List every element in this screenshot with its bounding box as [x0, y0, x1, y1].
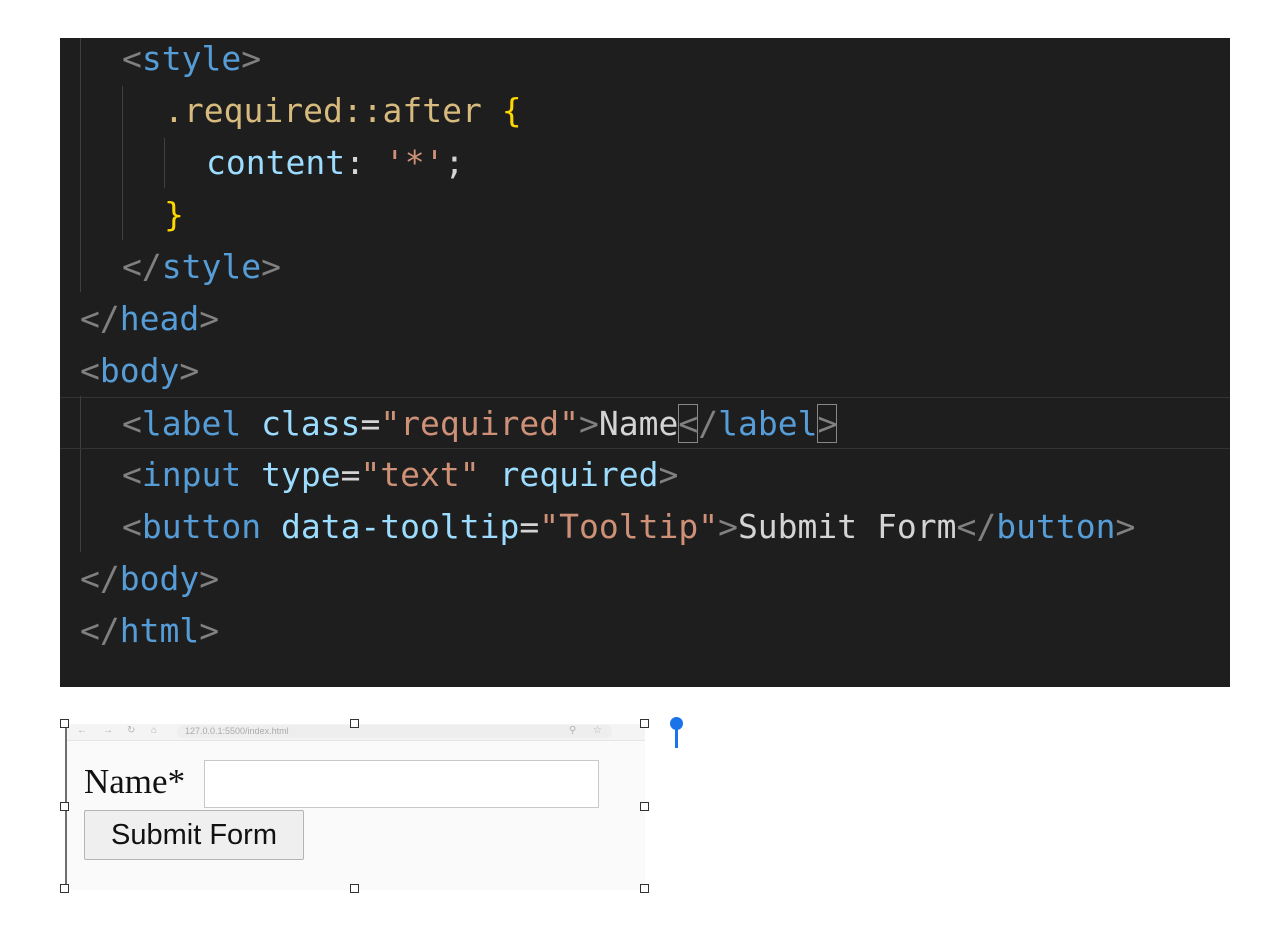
resize-handle-middle-right[interactable] [640, 802, 649, 811]
resize-handle-top-middle[interactable] [350, 719, 359, 728]
address-bar[interactable]: 127.0.0.1:5500/index.html [177, 725, 612, 738]
token-punctuation: </ [80, 611, 120, 650]
token-tag: style [161, 247, 262, 286]
token-punctuation: / [698, 404, 719, 443]
code-line-selector: .required::after { [60, 85, 1230, 137]
token-tag: label [141, 404, 242, 443]
browser-preview: ← → ↻ ⌂ 127.0.0.1:5500/index.html ⚲ ☆ Na… [65, 724, 645, 890]
token-attribute: class [241, 404, 361, 443]
resize-handle-top-right[interactable] [640, 719, 649, 728]
token-string: '*' [384, 143, 445, 182]
code-line-brace-close: } [60, 189, 1230, 241]
token-text: Submit Form [737, 507, 957, 546]
token-punctuation: </ [80, 559, 120, 598]
token-punctuation: > [199, 559, 220, 598]
bracket-match-highlight: < [678, 404, 699, 443]
token-punctuation: > [199, 611, 220, 650]
token-punctuation: </ [122, 247, 162, 286]
token-punctuation: > [718, 507, 738, 546]
token-punctuation: < [122, 404, 142, 443]
token-punctuation: < [122, 455, 142, 494]
token-tag: html [119, 611, 200, 650]
token-tag: head [119, 299, 200, 338]
bracket-match-highlight: > [817, 404, 838, 443]
code-line-body-close: </body> [60, 553, 1230, 605]
token-tag: body [119, 559, 200, 598]
code-editor[interactable]: <style> .required::after { content: '*';… [60, 38, 1230, 687]
resize-handle-bottom-middle[interactable] [350, 884, 359, 893]
code-line-button: <button data-tooltip="Tooltip">Submit Fo… [60, 501, 1230, 553]
token-punctuation: > [241, 39, 262, 78]
token-brace: { [501, 91, 522, 130]
name-label: Name* [84, 762, 186, 801]
token-punctuation: < [122, 507, 142, 546]
token-tag: body [99, 351, 180, 390]
token-punctuation: < [80, 351, 100, 390]
token-tag: input [141, 455, 242, 494]
token-semicolon: ; [444, 143, 465, 182]
token-equals: = [519, 507, 540, 546]
token-text: Name [598, 404, 679, 443]
token-string: "text" [360, 455, 480, 494]
home-icon[interactable]: ⌂ [151, 725, 157, 736]
bookmark-star-icon[interactable]: ☆ [593, 725, 602, 736]
submit-form-button[interactable]: Submit Form [84, 810, 304, 860]
token-tag: style [141, 39, 242, 78]
token-colon: : [345, 143, 385, 182]
token-punctuation: > [261, 247, 281, 286]
token-property: content [206, 143, 346, 182]
address-text: 127.0.0.1:5500/index.html [185, 726, 289, 736]
forward-icon[interactable]: → [103, 725, 113, 736]
token-equals: = [360, 404, 381, 443]
token-punctuation: < [122, 39, 142, 78]
code-line-content: content: '*'; [60, 137, 1230, 189]
name-input[interactable] [204, 760, 599, 808]
token-selector: .required::after [164, 91, 482, 130]
code-line-style-open: <style> [60, 38, 1230, 85]
token-punctuation: </ [956, 507, 997, 546]
back-icon[interactable]: ← [77, 725, 87, 736]
resize-handle-bottom-right[interactable] [640, 884, 649, 893]
code-line-label: <label class="required">Name</label> [60, 397, 1230, 449]
token-tag: label [718, 404, 818, 443]
token-attribute: data-tooltip [261, 507, 520, 546]
code-line-body-open: <body> [60, 345, 1230, 397]
token-attribute: type [241, 455, 341, 494]
token-punctuation: > [579, 404, 599, 443]
token-punctuation: > [179, 351, 200, 390]
token-punctuation: > [1115, 507, 1136, 546]
resize-handle-bottom-left[interactable] [60, 884, 69, 893]
token-punctuation: </ [80, 299, 120, 338]
anchor-pin-stem [675, 728, 678, 748]
token-tag: button [141, 507, 262, 546]
code-line-style-close: </style> [60, 241, 1230, 293]
code-line-input: <input type="text" required> [60, 449, 1230, 501]
token-string: "required" [380, 404, 579, 443]
code-line-html-close: </html> [60, 605, 1230, 657]
resize-handle-middle-left[interactable] [60, 802, 69, 811]
token-equals: = [340, 455, 361, 494]
token-brace: } [164, 195, 184, 234]
token-attribute: required [479, 455, 659, 494]
token-punctuation: > [658, 455, 679, 494]
resize-handle-top-left[interactable] [60, 719, 69, 728]
zoom-icon[interactable]: ⚲ [569, 725, 576, 736]
token-tag: button [996, 507, 1116, 546]
token-punctuation: > [199, 299, 220, 338]
code-line-head-close: </head> [60, 293, 1230, 345]
token-string: "Tooltip" [539, 507, 719, 546]
reload-icon[interactable]: ↻ [127, 725, 135, 736]
